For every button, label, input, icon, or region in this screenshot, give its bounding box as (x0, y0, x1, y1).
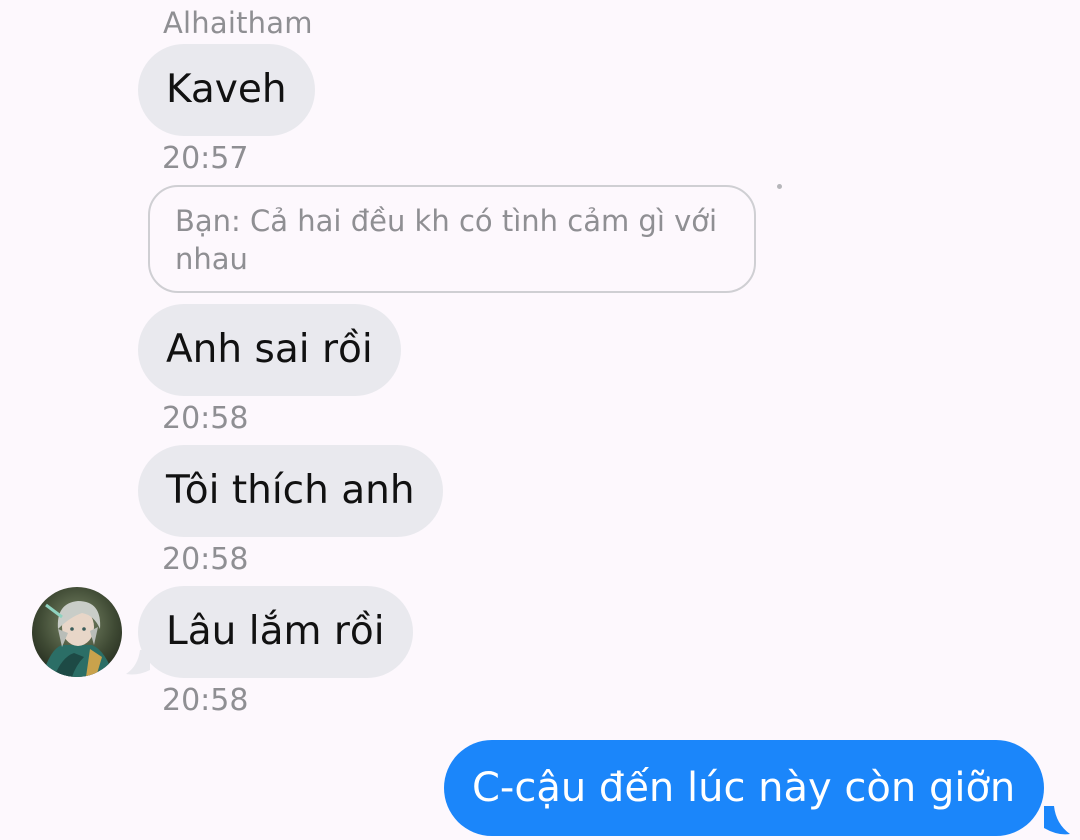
message-timestamp: 20:58 (162, 542, 249, 577)
dot-indicator (777, 184, 782, 189)
received-message-bubble[interactable]: Anh sai rồi (138, 304, 401, 396)
bubble-tail (1044, 806, 1070, 835)
received-message-bubble[interactable]: Lâu lắm rồi (138, 586, 413, 678)
received-message-bubble[interactable]: Tôi thích anh (138, 445, 443, 537)
message-timestamp: 20:58 (162, 683, 249, 718)
reply-preview[interactable]: Bạn: Cả hai đều kh có tình cảm gì với nh… (148, 185, 756, 293)
sender-name: Alhaitham (163, 6, 313, 40)
message-timestamp: 20:57 (162, 141, 249, 176)
avatar-image (32, 587, 122, 677)
received-message-bubble[interactable]: Kaveh (138, 44, 315, 136)
contact-avatar[interactable] (32, 587, 122, 677)
sent-message-bubble[interactable]: C-cậu đến lúc này còn giỡn (444, 740, 1044, 836)
message-timestamp: 20:58 (162, 401, 249, 436)
